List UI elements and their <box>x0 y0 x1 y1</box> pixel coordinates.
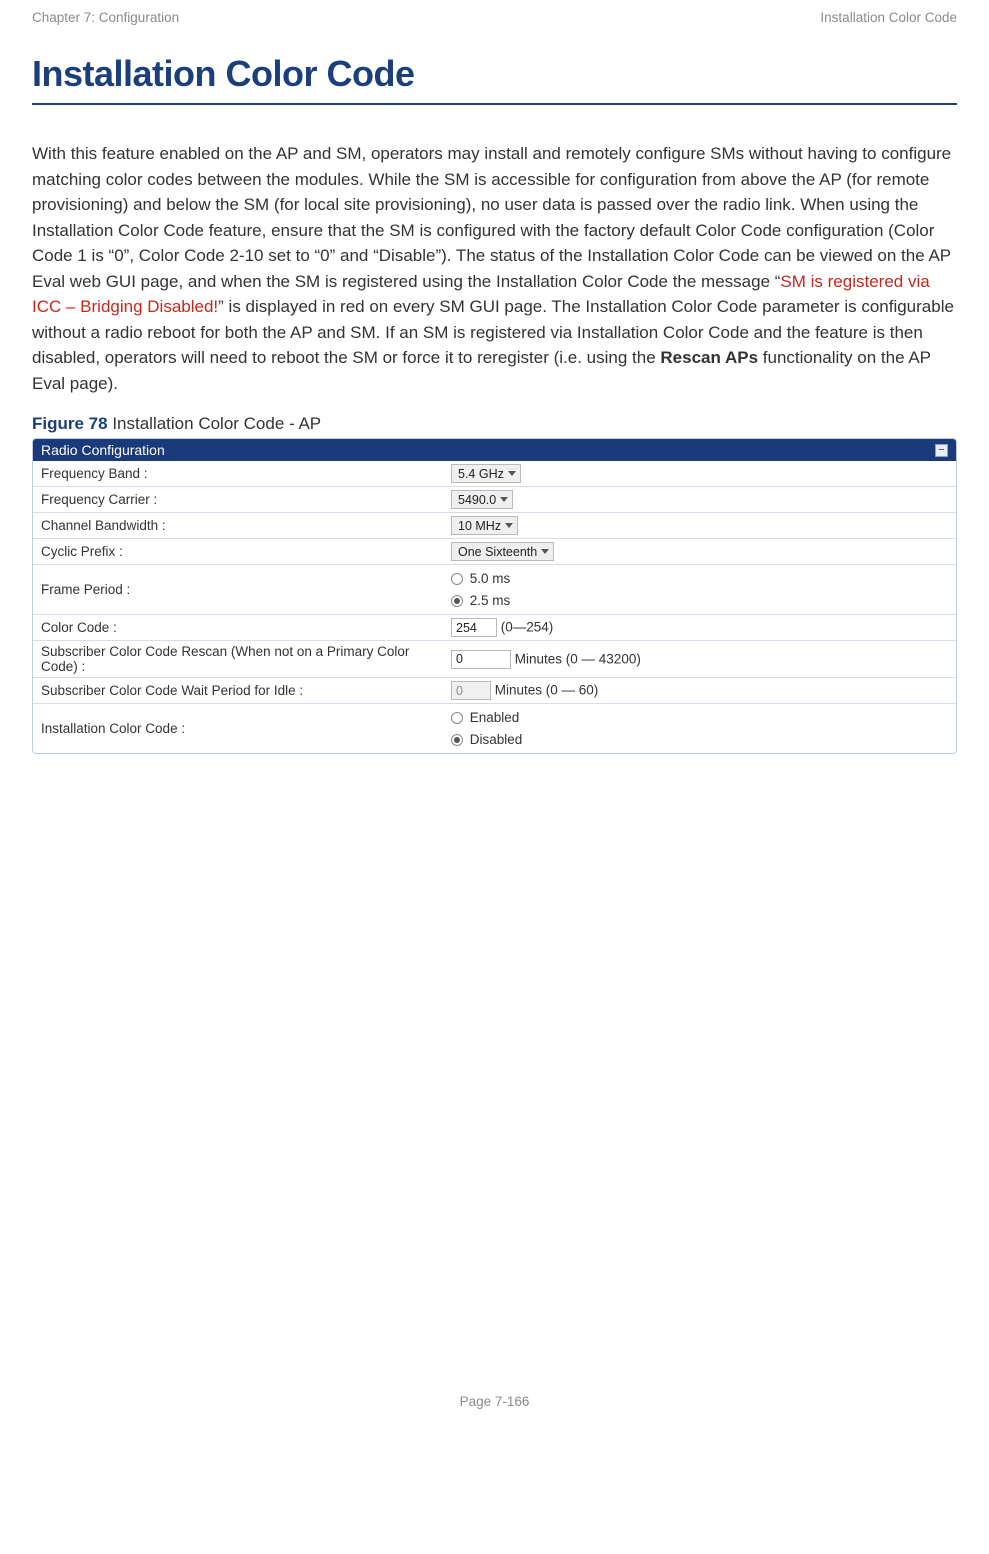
select-channel-bandwidth-value: 10 MHz <box>458 519 501 533</box>
collapse-icon[interactable]: − <box>935 444 948 457</box>
radio-frame-5ms[interactable] <box>451 573 463 585</box>
radio-icc-enabled[interactable] <box>451 712 463 724</box>
row-frequency-carrier: Frequency Carrier : 5490.0 <box>33 487 956 513</box>
header-right: Installation Color Code <box>820 10 957 25</box>
title-rule <box>32 103 957 105</box>
radio-frame-2-5ms-label: 2.5 ms <box>470 593 511 608</box>
label-color-code: Color Code : <box>33 615 443 641</box>
page-header: Chapter 7: Configuration Installation Co… <box>32 0 957 53</box>
hint-wait-idle: Minutes (0 — 60) <box>495 683 599 698</box>
row-frequency-band: Frequency Band : 5.4 GHz <box>33 461 956 487</box>
radio-icc-disabled[interactable] <box>451 734 463 746</box>
main-paragraph: With this feature enabled on the AP and … <box>32 141 957 396</box>
header-left: Chapter 7: Configuration <box>32 10 179 25</box>
chevron-down-icon <box>505 523 513 528</box>
label-rescan: Subscriber Color Code Rescan (When not o… <box>33 641 443 678</box>
config-table: Frequency Band : 5.4 GHz Frequency Carri… <box>33 461 956 753</box>
select-frequency-carrier[interactable]: 5490.0 <box>451 490 513 509</box>
hint-color-code: (0—254) <box>501 620 554 635</box>
row-frame-period: Frame Period : 5.0 ms 2.5 ms <box>33 565 956 615</box>
radio-frame-5ms-label: 5.0 ms <box>470 571 511 586</box>
select-cyclic-prefix-value: One Sixteenth <box>458 545 537 559</box>
figure-text: Installation Color Code - AP <box>108 414 322 433</box>
select-frequency-band[interactable]: 5.4 GHz <box>451 464 521 483</box>
label-frequency-band: Frequency Band : <box>33 461 443 487</box>
row-cyclic-prefix: Cyclic Prefix : One Sixteenth <box>33 539 956 565</box>
figure-caption: Figure 78 Installation Color Code - AP <box>32 414 957 434</box>
select-frequency-band-value: 5.4 GHz <box>458 467 504 481</box>
select-cyclic-prefix[interactable]: One Sixteenth <box>451 542 554 561</box>
page-title: Installation Color Code <box>32 53 957 95</box>
row-color-code: Color Code : (0—254) <box>33 615 956 641</box>
row-wait-idle: Subscriber Color Code Wait Period for Id… <box>33 678 956 704</box>
figure-label: Figure 78 <box>32 414 108 433</box>
radio-config-panel: Radio Configuration − Frequency Band : 5… <box>32 438 957 754</box>
chevron-down-icon <box>541 549 549 554</box>
input-rescan-minutes[interactable] <box>451 650 511 669</box>
label-wait-idle: Subscriber Color Code Wait Period for Id… <box>33 678 443 704</box>
input-wait-idle <box>451 681 491 700</box>
hint-rescan: Minutes (0 — 43200) <box>515 651 641 666</box>
label-frequency-carrier: Frequency Carrier : <box>33 487 443 513</box>
para-part-a: With this feature enabled on the AP and … <box>32 144 951 291</box>
row-installation-color-code: Installation Color Code : Enabled Disabl… <box>33 704 956 754</box>
page-footer: Page 7-166 <box>32 1394 957 1409</box>
rescan-aps-bold: Rescan APs <box>660 348 758 367</box>
input-color-code[interactable] <box>451 618 497 637</box>
panel-header: Radio Configuration − <box>33 439 956 461</box>
chevron-down-icon <box>500 497 508 502</box>
select-channel-bandwidth[interactable]: 10 MHz <box>451 516 518 535</box>
row-rescan: Subscriber Color Code Rescan (When not o… <box>33 641 956 678</box>
row-channel-bandwidth: Channel Bandwidth : 10 MHz <box>33 513 956 539</box>
label-frame-period: Frame Period : <box>33 565 443 615</box>
panel-title: Radio Configuration <box>41 442 165 458</box>
label-channel-bandwidth: Channel Bandwidth : <box>33 513 443 539</box>
label-installation-color-code: Installation Color Code : <box>33 704 443 754</box>
label-cyclic-prefix: Cyclic Prefix : <box>33 539 443 565</box>
select-frequency-carrier-value: 5490.0 <box>458 493 496 507</box>
radio-icc-disabled-label: Disabled <box>470 732 523 747</box>
radio-icc-enabled-label: Enabled <box>470 710 520 725</box>
radio-frame-2-5ms[interactable] <box>451 595 463 607</box>
chevron-down-icon <box>508 471 516 476</box>
